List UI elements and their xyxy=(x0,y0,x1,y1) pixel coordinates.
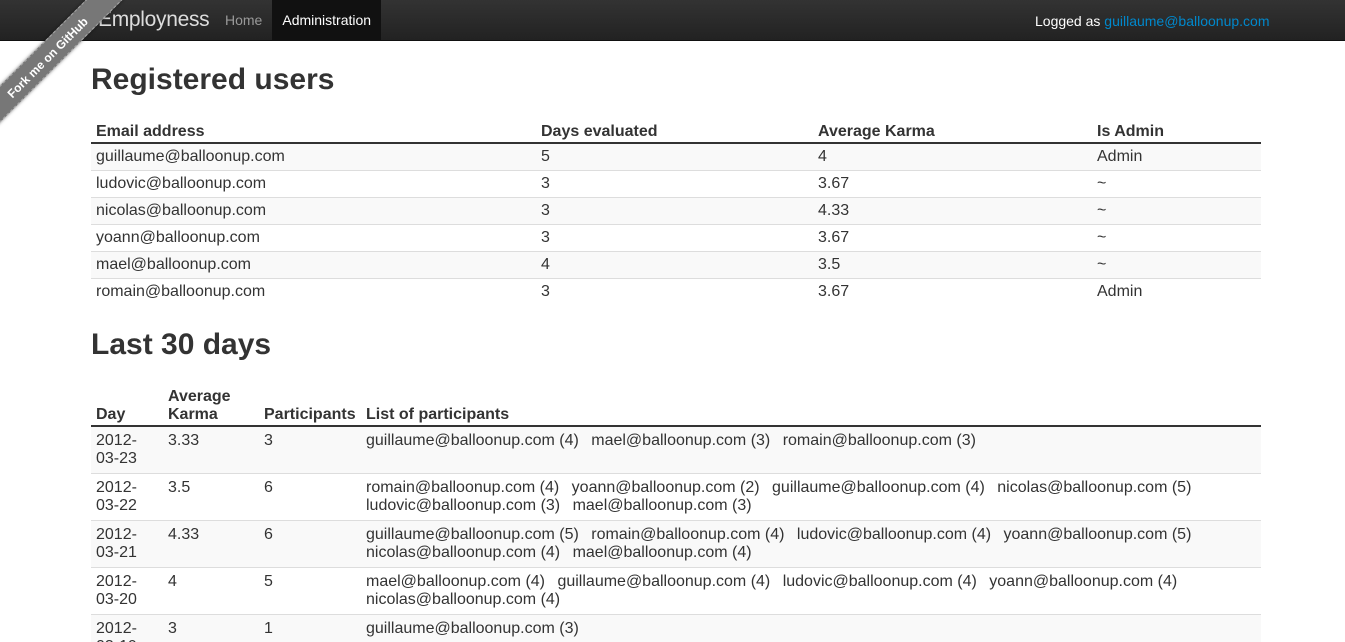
table-row: romain@balloonup.com 3 3.67 Admin xyxy=(91,278,1261,305)
participant-entry: romain@balloonup.com (3) xyxy=(782,432,976,449)
participant-list-cell: guillaume@balloonup.com (3) xyxy=(361,614,1261,642)
participant-entry: nicolas@balloonup.com (4) xyxy=(366,591,561,608)
participants-count-cell: 1 xyxy=(259,614,361,642)
days-evaluated-cell: 4 xyxy=(536,251,813,279)
col-days-evaluated-header: Days evaluated xyxy=(536,121,813,144)
participant-entry: yoann@balloonup.com (4) xyxy=(989,573,1178,590)
participant-list-cell: mael@balloonup.com (4) guillaume@balloon… xyxy=(361,567,1261,615)
registered-users-table: Email address Days evaluated Average Kar… xyxy=(91,121,1261,305)
average-karma-cell: 3.67 xyxy=(813,170,1092,198)
participant-entry: nicolas@balloonup.com (5) xyxy=(997,479,1192,496)
table-row: 2012-03-23 3.33 3 guillaume@balloonup.com (… xyxy=(91,426,1261,474)
user-email-cell: guillaume@balloonup.com xyxy=(91,143,536,171)
participant-list-cell: romain@balloonup.com (4) yoann@balloonup… xyxy=(361,473,1261,521)
participant-entry: yoann@balloonup.com (2) xyxy=(571,479,760,496)
participants-count-cell: 6 xyxy=(259,520,361,568)
participant-entry: guillaume@balloonup.com (4) xyxy=(557,573,771,590)
table-row: 2012-03-21 4.33 6 guillaume@balloonup.com (… xyxy=(91,520,1261,568)
col-average-karma-header: Average Karma xyxy=(813,121,1092,144)
average-karma-cell: 3.67 xyxy=(813,224,1092,252)
table-row: guillaume@balloonup.com 5 4 Admin xyxy=(91,143,1261,171)
participant-entry: yoann@balloonup.com (5) xyxy=(1003,526,1192,543)
participant-entry: ludovic@balloonup.com (4) xyxy=(782,573,977,590)
average-karma-cell: 3.5 xyxy=(813,251,1092,279)
nav-links: Home Administration xyxy=(215,0,382,41)
average-karma-cell: 3.67 xyxy=(813,278,1092,305)
participant-entry: romain@balloonup.com (4) xyxy=(366,479,560,496)
fork-github-ribbon[interactable]: Fork me on GitHub xyxy=(0,0,124,130)
user-email-cell: ludovic@balloonup.com xyxy=(91,170,536,198)
participant-entry: ludovic@balloonup.com (3) xyxy=(366,497,561,514)
days-evaluated-cell: 3 xyxy=(536,224,813,252)
table-row: 2012-03-1931 guillaume@balloonup.com (3) xyxy=(91,614,1261,642)
last-30-days-title: Last 30 days xyxy=(91,328,272,361)
col-day-header: Day xyxy=(91,386,163,427)
nav-administration-link[interactable]: Administration xyxy=(272,0,382,41)
table-row: ludovic@balloonup.com 3 3.67 ~ xyxy=(91,170,1261,198)
days-evaluated-cell: 5 xyxy=(536,143,813,171)
participant-entry: nicolas@balloonup.com (4) xyxy=(366,544,561,561)
average-karma-cell: 4 xyxy=(163,567,259,615)
user-email-cell: yoann@balloonup.com xyxy=(91,224,536,252)
days-evaluated-cell: 3 xyxy=(536,278,813,305)
average-karma-cell: 4.33 xyxy=(163,520,259,568)
participant-entry: mael@balloonup.com (4) xyxy=(366,573,545,590)
average-karma-cell: 4 xyxy=(813,143,1092,171)
table-row: mael@balloonup.com 4 3.5 ~ xyxy=(91,251,1261,279)
login-status: Logged as guillaume@balloonup.com xyxy=(1035,13,1270,29)
col-is-admin-header: Is Admin xyxy=(1092,121,1261,144)
participant-entry: guillaume@balloonup.com (4) xyxy=(366,432,579,449)
github-ribbon-container: Fork me on GitHub xyxy=(0,0,130,130)
day-cell: 2012-03-23 xyxy=(91,426,163,474)
participant-entry: mael@balloonup.com (3) xyxy=(572,497,752,514)
top-navbar: Employness Home Administration Logged as… xyxy=(0,0,1345,41)
average-karma-cell: 3.33 xyxy=(163,426,259,474)
is-admin-cell: ~ xyxy=(1092,197,1261,225)
last-30-days-table: Day Average Karma Participants List of p… xyxy=(91,386,1261,642)
table-row: 2012-03-22 3.5 6 romain@balloonup.com (4) y… xyxy=(91,473,1261,521)
average-karma-cell: 4.33 xyxy=(813,197,1092,225)
participant-list-cell: guillaume@balloonup.com (5) romain@ballo… xyxy=(361,520,1261,568)
day-cell: 2012-03-19 xyxy=(91,614,163,642)
is-admin-cell: Admin xyxy=(1092,143,1261,171)
participant-entry: guillaume@balloonup.com (4) xyxy=(772,479,985,496)
col-avg-karma-header: Average Karma xyxy=(163,386,259,427)
day-cell: 2012-03-22 xyxy=(91,473,163,521)
is-admin-cell: ~ xyxy=(1092,251,1261,279)
col-participant-list-header: List of participants xyxy=(361,386,1261,427)
table-row: nicolas@balloonup.com 3 4.33 ~ xyxy=(91,197,1261,225)
table-row: 2012-03-20 4 5 mael@balloonup.com (4) guill… xyxy=(91,567,1261,615)
days-evaluated-cell: 3 xyxy=(536,170,813,198)
is-admin-cell: ~ xyxy=(1092,224,1261,252)
day-cell: 2012-03-20 xyxy=(91,567,163,615)
col-email-header: Email address xyxy=(91,121,536,144)
table-row: yoann@balloonup.com 3 3.67 ~ xyxy=(91,224,1261,252)
average-karma-cell: 3 xyxy=(163,614,259,642)
average-karma-cell: 3.5 xyxy=(163,473,259,521)
participants-count-cell: 5 xyxy=(259,567,361,615)
days-evaluated-cell: 3 xyxy=(536,197,813,225)
col-participants-header: Participants xyxy=(259,386,361,427)
nav-home-link[interactable]: Home xyxy=(215,0,272,41)
registered-users-title: Registered users xyxy=(91,63,335,96)
main-content: Registered users Email address Days eval… xyxy=(91,60,1261,642)
participant-entry: romain@balloonup.com (4) xyxy=(591,526,785,543)
day-cell: 2012-03-21 xyxy=(91,520,163,568)
current-user-link[interactable]: guillaume@balloonup.com xyxy=(1104,13,1269,29)
user-email-cell: romain@balloonup.com xyxy=(91,278,536,305)
is-admin-cell: Admin xyxy=(1092,278,1261,305)
participants-count-cell: 3 xyxy=(259,426,361,474)
logged-as-label: Logged as xyxy=(1035,13,1101,29)
participants-count-cell: 6 xyxy=(259,473,361,521)
participant-entry: ludovic@balloonup.com (4) xyxy=(796,526,992,543)
participant-list-cell: guillaume@balloonup.com (4) mael@balloon… xyxy=(361,426,1261,474)
is-admin-cell: ~ xyxy=(1092,170,1261,198)
participant-entry: mael@balloonup.com (3) xyxy=(591,432,771,449)
participant-entry: mael@balloonup.com (4) xyxy=(572,544,752,561)
user-email-cell: mael@balloonup.com xyxy=(91,251,536,279)
participant-entry: guillaume@balloonup.com (5) xyxy=(366,526,579,543)
user-email-cell: nicolas@balloonup.com xyxy=(91,197,536,225)
participant-entry: guillaume@balloonup.com (3) xyxy=(366,620,579,637)
